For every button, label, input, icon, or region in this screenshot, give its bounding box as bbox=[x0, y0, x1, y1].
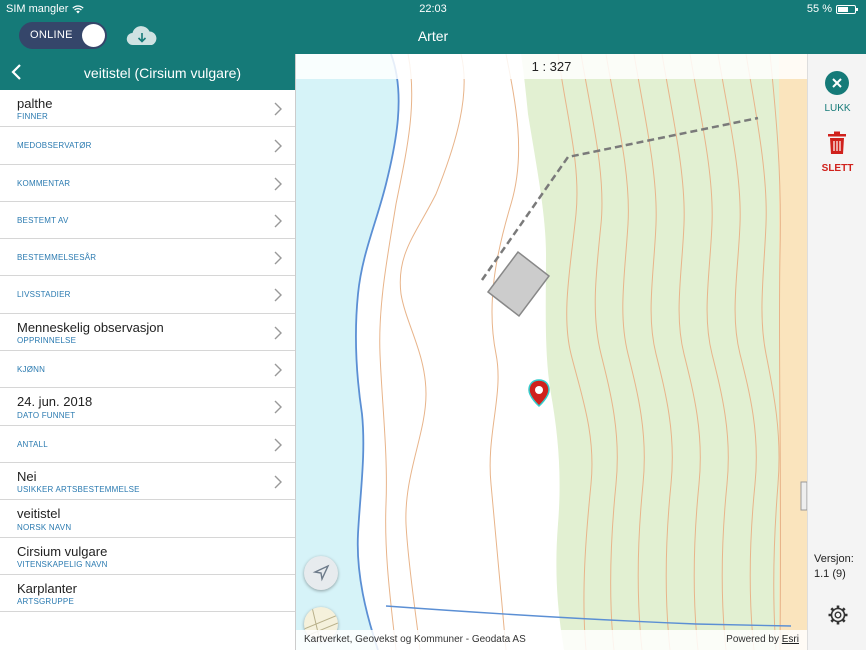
version-label: Versjon: bbox=[814, 553, 854, 565]
field-key: OPPRINNELSE bbox=[17, 336, 77, 346]
field-value: palthe bbox=[17, 96, 53, 111]
battery-icon bbox=[836, 4, 858, 14]
field-row[interactable]: palthe FINNER bbox=[0, 90, 295, 128]
field-key: FINNER bbox=[17, 112, 48, 122]
chevron-right-icon bbox=[274, 288, 282, 302]
field-key: BESTEMT AV bbox=[17, 215, 69, 225]
field-value: Karplanter bbox=[17, 580, 77, 596]
map-view[interactable]: 1 : 327 Kartverket, Geovekst og Kommuner… bbox=[296, 54, 807, 650]
location-arrow-icon bbox=[312, 564, 330, 582]
field-row[interactable]: BESTEMT AV bbox=[0, 202, 295, 240]
field-row: veitistel NORSK NAVN bbox=[0, 500, 295, 538]
field-value: Nei bbox=[17, 468, 37, 484]
field-row[interactable]: MEDOBSERVATØR bbox=[0, 127, 295, 165]
field-row: Cirsium vulgare VITENSKAPELIG NAVN bbox=[0, 538, 295, 575]
gear-icon[interactable] bbox=[827, 604, 849, 626]
field-key: KJØNN bbox=[17, 365, 46, 375]
chevron-right-icon bbox=[274, 438, 282, 452]
field-key: LIVSSTADIER bbox=[17, 290, 71, 300]
close-icon bbox=[832, 78, 842, 88]
field-row[interactable]: ANTALL bbox=[0, 426, 295, 463]
field-key: ANTALL bbox=[17, 439, 48, 449]
chevron-right-icon bbox=[274, 475, 282, 489]
status-bar: SIM mangler 22:03 55 % bbox=[0, 0, 866, 18]
locate-button[interactable] bbox=[304, 556, 338, 590]
field-key: VITENSKAPELIG NAVN bbox=[17, 559, 108, 569]
version-value: 1.1 (9) bbox=[814, 568, 846, 580]
field-key: BESTEMMELSESÅR bbox=[17, 253, 97, 263]
close-button[interactable] bbox=[825, 71, 849, 95]
field-row[interactable]: KOMMENTAR bbox=[0, 165, 295, 202]
powered-by: Powered by Esri bbox=[726, 634, 799, 645]
chevron-right-icon bbox=[274, 214, 282, 228]
attribution-text: Kartverket, Geovekst og Kommuner - Geoda… bbox=[304, 634, 526, 645]
chevron-right-icon bbox=[274, 326, 282, 340]
delete-label[interactable]: SLETT bbox=[808, 163, 866, 174]
action-sidebar: LUKK SLETT Versjon: 1.1 (9) bbox=[807, 54, 866, 650]
field-row: Karplanter ARTSGRUPPE bbox=[0, 575, 295, 613]
trash-icon[interactable] bbox=[826, 131, 848, 155]
field-row[interactable]: BESTEMMELSESÅR bbox=[0, 239, 295, 277]
map-attribution: Kartverket, Geovekst og Kommuner - Geoda… bbox=[296, 630, 807, 650]
field-row[interactable]: KJØNN bbox=[0, 351, 295, 389]
field-row[interactable]: 24. jun. 2018 DATO FUNNET bbox=[0, 388, 295, 426]
field-key: MEDOBSERVATØR bbox=[17, 141, 92, 151]
chevron-right-icon bbox=[274, 139, 282, 153]
map-canvas[interactable] bbox=[296, 54, 807, 650]
field-row[interactable]: Menneskelig observasjon OPPRINNELSE bbox=[0, 314, 295, 352]
field-key: NORSK NAVN bbox=[17, 522, 72, 532]
field-value: Menneskelig observasjon bbox=[17, 319, 164, 335]
field-key: KOMMENTAR bbox=[17, 178, 71, 188]
page-title: Arter bbox=[417, 28, 449, 44]
nav-bar: ONLINE Arter bbox=[0, 18, 866, 54]
field-value: 24. jun. 2018 bbox=[17, 394, 93, 410]
status-time: 22:03 bbox=[419, 3, 447, 15]
field-key: ARTSGRUPPE bbox=[17, 597, 74, 607]
chevron-right-icon bbox=[274, 102, 282, 116]
field-value: Cirsium vulgare bbox=[17, 543, 108, 559]
field-key: DATO FUNNET bbox=[17, 410, 76, 420]
back-chevron-icon[interactable] bbox=[8, 63, 26, 81]
chevron-right-icon bbox=[274, 251, 282, 265]
version-info: Versjon: 1.1 (9) bbox=[814, 552, 854, 582]
field-list: palthe FINNER MEDOBSERVATØR KOMMENTAR BESTEM… bbox=[0, 90, 295, 613]
status-right: 55 % bbox=[806, 3, 858, 15]
close-label[interactable]: LUKK bbox=[808, 103, 866, 114]
field-key: USIKKER ARTSBESTEMMELSE bbox=[17, 485, 140, 495]
field-row[interactable]: LIVSSTADIER bbox=[0, 276, 295, 314]
panel-header: veitistel (Cirsium vulgare) bbox=[0, 54, 295, 90]
observation-panel: veitistel (Cirsium vulgare) palthe FINNER… bbox=[0, 54, 296, 650]
chevron-right-icon bbox=[274, 363, 282, 377]
field-value: veitistel bbox=[17, 506, 61, 522]
map-scale: 1 : 327 bbox=[296, 54, 807, 79]
powered-by-label: Powered by bbox=[726, 634, 779, 645]
panel-title: veitistel (Cirsium vulgare) bbox=[83, 65, 242, 81]
esri-link[interactable]: Esri bbox=[782, 634, 799, 645]
field-row[interactable]: Nei USIKKER ARTSBESTEMMELSE bbox=[0, 463, 295, 501]
battery-percent: 55 % bbox=[806, 3, 832, 15]
chevron-right-icon bbox=[274, 177, 282, 191]
chevron-right-icon bbox=[274, 400, 282, 414]
